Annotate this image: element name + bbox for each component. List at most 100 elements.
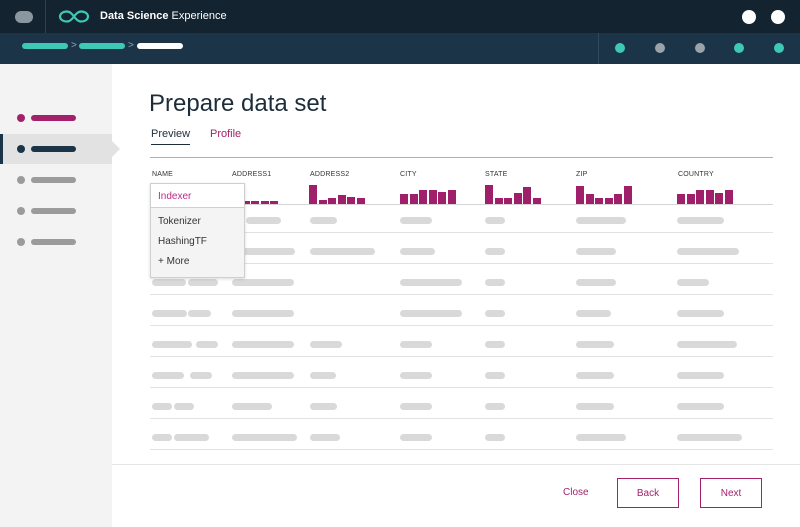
step-indicator-dot[interactable] xyxy=(774,43,784,53)
table-cell-placeholder xyxy=(677,372,724,379)
table-cell-placeholder xyxy=(576,341,614,348)
sidebar-item-label-placeholder xyxy=(31,177,76,183)
sidebar-item[interactable] xyxy=(0,196,112,226)
histogram-bar xyxy=(686,193,695,204)
dropdown-item-more[interactable]: + More xyxy=(158,256,189,267)
breadcrumb-separator: > xyxy=(128,40,134,51)
table-cell-placeholder xyxy=(576,248,616,255)
table-cell-placeholder xyxy=(677,403,724,410)
menu-toggle-icon[interactable] xyxy=(15,11,33,23)
page-title: Prepare data set xyxy=(149,90,327,117)
table-cell-placeholder xyxy=(310,341,342,348)
histogram-bar xyxy=(438,191,446,204)
histogram-bar xyxy=(576,185,584,204)
table-cell-placeholder xyxy=(174,403,194,410)
table-cell-placeholder xyxy=(400,372,432,379)
table-cell-placeholder xyxy=(400,341,432,348)
column-header-address2[interactable]: ADDRESS2 xyxy=(310,171,349,178)
table-cell-placeholder xyxy=(232,434,297,441)
step-indicator-dot[interactable] xyxy=(615,43,625,53)
dropdown-item-tokenizer[interactable]: Tokenizer xyxy=(158,216,201,227)
table-cell-placeholder xyxy=(400,217,432,224)
table-row-divider xyxy=(150,387,773,388)
dropdown-item-indexer[interactable]: Indexer xyxy=(158,191,191,202)
table-cell-placeholder xyxy=(152,341,192,348)
histogram-bar xyxy=(400,193,408,204)
table-cell-placeholder xyxy=(188,279,218,286)
table-cell-placeholder xyxy=(400,434,432,441)
table-cell-placeholder xyxy=(677,434,742,441)
dropdown-item-hashingtf[interactable]: HashingTF xyxy=(158,236,207,247)
histogram-bar xyxy=(447,189,456,204)
histogram-city xyxy=(400,183,470,204)
table-row-divider xyxy=(150,325,773,326)
step-indicator-dot[interactable] xyxy=(655,43,665,53)
table-cell-placeholder xyxy=(485,341,505,348)
sidebar-item-label-placeholder xyxy=(31,146,76,152)
histogram-bar xyxy=(428,189,437,204)
histogram-bar xyxy=(337,195,346,204)
next-button[interactable]: Next xyxy=(700,478,762,508)
close-button[interactable]: Close xyxy=(563,487,589,498)
histogram-bar xyxy=(585,193,594,204)
table-cell-placeholder xyxy=(310,217,337,224)
transform-dropdown-menu: Indexer Tokenizer HashingTF + More xyxy=(150,183,245,278)
breadcrumb-separator: > xyxy=(71,40,77,51)
histogram-bar xyxy=(705,189,714,204)
back-button[interactable]: Back xyxy=(617,478,679,508)
tab-preview[interactable]: Preview xyxy=(151,128,191,145)
breadcrumb-step-1[interactable] xyxy=(22,43,68,49)
table-cell-placeholder xyxy=(400,279,462,286)
breadcrumb-step-3[interactable] xyxy=(137,43,183,49)
column-header-name[interactable]: NAME xyxy=(152,171,173,178)
breadcrumb-step-2[interactable] xyxy=(79,43,125,49)
table-cell-placeholder xyxy=(188,310,211,317)
table-cell-placeholder xyxy=(152,403,172,410)
column-header-zip[interactable]: ZIP xyxy=(576,171,588,178)
footer-divider xyxy=(112,464,800,465)
table-row-divider xyxy=(150,449,773,450)
table-cell-placeholder xyxy=(576,372,614,379)
tab-profile[interactable]: Profile xyxy=(210,128,241,140)
user-avatar-icon[interactable] xyxy=(771,10,785,24)
table-cell-placeholder xyxy=(152,372,184,379)
step-indicator-dot[interactable] xyxy=(734,43,744,53)
table-cell-placeholder xyxy=(677,248,739,255)
sidebar-item-dot-icon xyxy=(17,114,25,122)
table-cell-placeholder xyxy=(485,279,505,286)
sidebar-item[interactable] xyxy=(0,165,112,195)
app-title-brand: Data Science xyxy=(100,10,169,22)
table-cell-placeholder xyxy=(196,341,218,348)
histogram-bar xyxy=(513,192,522,204)
table-cell-placeholder xyxy=(232,372,294,379)
histogram-bar xyxy=(614,193,622,204)
table-cell-placeholder xyxy=(246,217,281,224)
histogram-bar xyxy=(347,197,355,204)
sidebar-item[interactable] xyxy=(0,103,112,133)
table-cell-placeholder xyxy=(400,310,462,317)
notifications-icon[interactable] xyxy=(742,10,756,24)
column-header-city[interactable]: CITY xyxy=(400,171,417,178)
histogram-zip xyxy=(576,183,646,204)
table-cell-placeholder xyxy=(485,248,505,255)
sidebar-item-dot-icon xyxy=(17,145,25,153)
sidebar-item-dot-icon xyxy=(17,176,25,184)
column-header-country[interactable]: COUNTRY xyxy=(678,171,714,178)
column-header-state[interactable]: STATE xyxy=(485,171,508,178)
table-cell-placeholder xyxy=(677,341,737,348)
table-cell-placeholder xyxy=(310,434,340,441)
table-cell-placeholder xyxy=(485,310,505,317)
histogram-bar xyxy=(724,189,733,204)
histogram-bar xyxy=(485,185,493,204)
sidebar-item[interactable] xyxy=(0,134,120,164)
column-header-address1[interactable]: ADDRESS1 xyxy=(232,171,271,178)
step-indicator-dot[interactable] xyxy=(695,43,705,53)
table-cell-placeholder xyxy=(677,310,724,317)
table-cell-placeholder xyxy=(232,279,294,286)
sidebar-item-label-placeholder xyxy=(31,115,76,121)
infinity-loop-logo-icon xyxy=(58,10,90,23)
sidebar-item[interactable] xyxy=(0,227,112,257)
table-cell-placeholder xyxy=(152,434,172,441)
histogram-bar xyxy=(715,192,723,204)
table-row-divider xyxy=(150,294,773,295)
